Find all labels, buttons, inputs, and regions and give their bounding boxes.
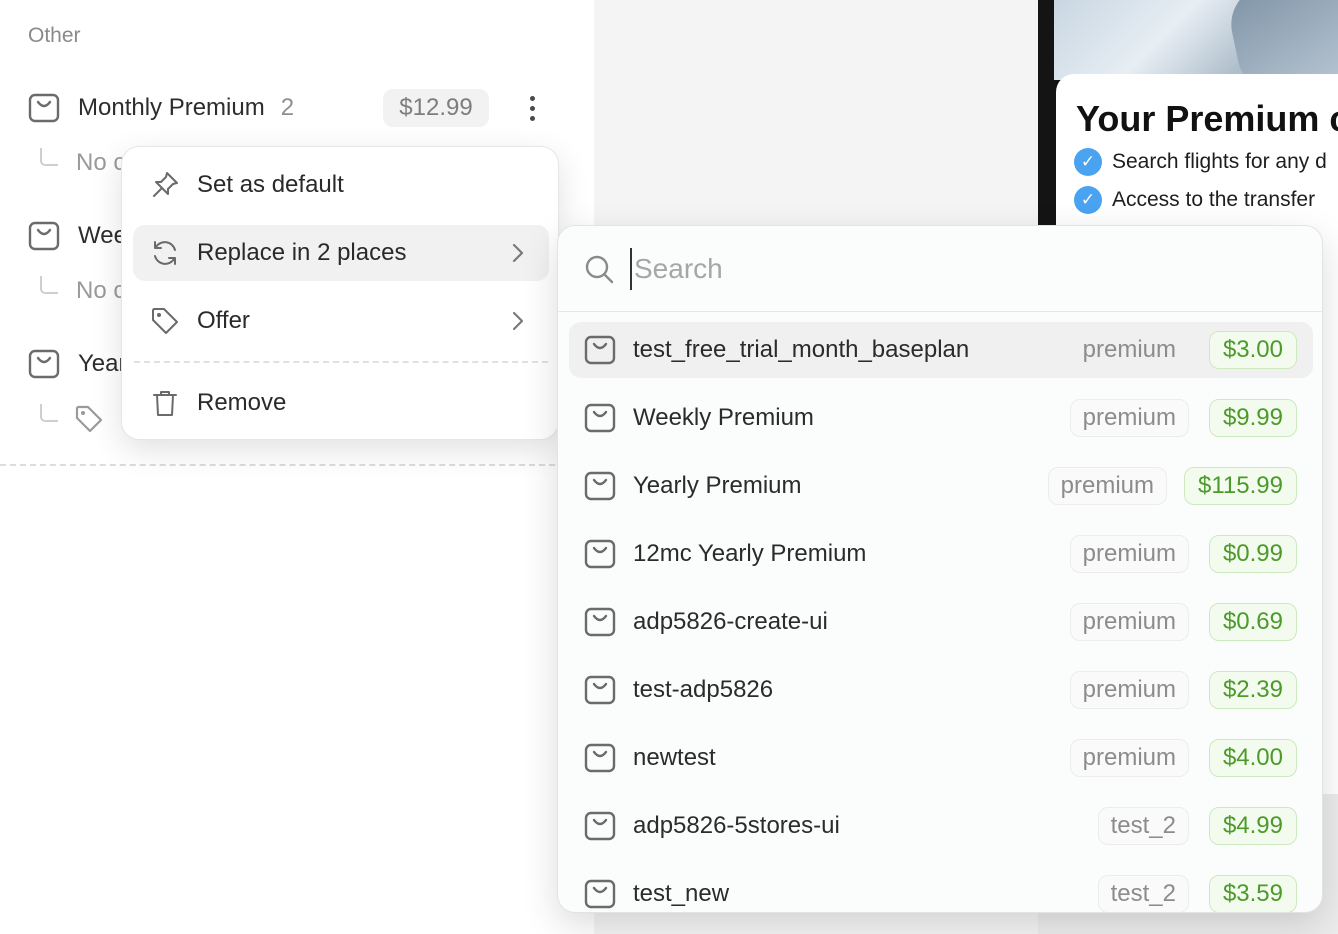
tree-connector xyxy=(40,148,58,166)
shopping-bag-icon xyxy=(584,403,616,433)
result-price: $4.99 xyxy=(1208,807,1297,845)
result-name: 12mc Yearly Premium xyxy=(633,540,867,567)
search-icon xyxy=(585,255,614,284)
result-price: $3.00 xyxy=(1208,331,1297,369)
result-tag: premium xyxy=(1082,336,1176,363)
product-context-menu: Set as default Replace in 2 places Offer… xyxy=(121,146,559,440)
product-name: Monthly Premium xyxy=(78,94,265,121)
tag-icon xyxy=(75,405,103,433)
result-item[interactable]: adp5826-5stores-ui test_2 $4.99 xyxy=(569,798,1313,854)
shopping-bag-icon xyxy=(28,93,60,123)
result-tag: premium xyxy=(1069,535,1189,573)
pin-icon xyxy=(149,169,181,201)
product-sub-row: No c xyxy=(40,271,125,311)
section-label: Other xyxy=(28,24,81,47)
feature-text: Access to the transfer xyxy=(1112,188,1316,211)
result-tag: premium xyxy=(1069,399,1189,437)
shopping-bag-icon xyxy=(584,335,616,365)
menu-item-label: Remove xyxy=(197,389,287,416)
result-tag: test_2 xyxy=(1097,807,1189,845)
result-item[interactable]: test_free_trial_month_baseplan premium $… xyxy=(569,322,1313,378)
result-tag: premium xyxy=(1069,739,1189,777)
result-item[interactable]: adp5826-create-ui premium $0.69 xyxy=(569,594,1313,650)
product-sub-row: No c xyxy=(40,143,125,183)
menu-item-remove[interactable]: Remove xyxy=(133,375,549,431)
result-item[interactable]: newtest premium $4.00 xyxy=(569,730,1313,786)
result-name: Yearly Premium xyxy=(633,472,802,499)
result-price: $115.99 xyxy=(1184,467,1297,505)
result-name: adp5826-5stores-ui xyxy=(633,812,840,839)
feature-row: ✓ Access to the transfer xyxy=(1074,186,1315,214)
result-tag: premium xyxy=(1069,671,1189,709)
result-item[interactable]: Weekly Premium premium $9.99 xyxy=(569,390,1313,446)
result-name: test_free_trial_month_baseplan xyxy=(633,336,970,363)
result-price: $3.59 xyxy=(1208,875,1297,912)
menu-separator xyxy=(134,361,548,363)
shopping-bag-icon xyxy=(584,675,616,705)
result-name: adp5826-create-ui xyxy=(633,608,828,635)
tag-icon xyxy=(149,305,181,337)
result-item[interactable]: Yearly Premium premium $115.99 xyxy=(569,458,1313,514)
menu-item-label: Replace in 2 places xyxy=(197,239,407,266)
sub-row-text: No c xyxy=(76,277,126,304)
shopping-bag-icon xyxy=(28,221,60,251)
check-icon: ✓ xyxy=(1074,148,1102,176)
feature-text: Search flights for any d xyxy=(1112,150,1327,173)
search-input[interactable] xyxy=(630,248,1290,290)
result-price: $9.99 xyxy=(1208,399,1297,437)
check-icon: ✓ xyxy=(1074,186,1102,214)
section-divider xyxy=(0,464,555,466)
menu-item-label: Set as default xyxy=(197,171,344,198)
menu-item-replace[interactable]: Replace in 2 places xyxy=(133,225,549,281)
result-tag: premium xyxy=(1069,603,1189,641)
refresh-icon xyxy=(149,237,181,269)
product-row-yearly[interactable]: Year xyxy=(28,342,127,386)
result-item[interactable]: test-adp5826 premium $2.39 xyxy=(569,662,1313,718)
search-bar xyxy=(558,226,1322,312)
menu-item-label: Offer xyxy=(197,307,250,334)
paywall-hero-image xyxy=(1054,0,1338,80)
menu-item-offer[interactable]: Offer xyxy=(133,293,549,349)
product-row-monthly[interactable]: Monthly Premium 2 xyxy=(28,86,294,130)
shopping-bag-icon xyxy=(584,539,616,569)
more-options-icon[interactable] xyxy=(518,90,546,126)
product-name: Wee xyxy=(78,222,127,249)
shopping-bag-icon xyxy=(584,607,616,637)
shopping-bag-icon xyxy=(28,349,60,379)
trash-icon xyxy=(149,387,181,419)
shopping-bag-icon xyxy=(584,743,616,773)
chevron-right-icon xyxy=(512,243,524,263)
chevron-right-icon xyxy=(512,311,524,331)
result-name: test-adp5826 xyxy=(633,676,774,703)
paywall-title: Your Premium c xyxy=(1076,98,1338,139)
result-tag: test_2 xyxy=(1097,875,1189,912)
result-item[interactable]: 12mc Yearly Premium premium $0.99 xyxy=(569,526,1313,582)
menu-item-set-default[interactable]: Set as default xyxy=(133,157,549,213)
tree-connector xyxy=(40,276,58,294)
result-tag: premium xyxy=(1047,467,1167,505)
product-row-weekly[interactable]: Wee xyxy=(28,214,127,258)
result-name: test_new xyxy=(633,880,730,907)
product-price-chip: $12.99 xyxy=(383,89,489,127)
sub-row-text: No c xyxy=(76,149,126,176)
replace-product-dropdown: test_free_trial_month_baseplan premium $… xyxy=(557,225,1323,913)
result-price: $0.69 xyxy=(1208,603,1297,641)
result-name: Weekly Premium xyxy=(633,404,814,431)
result-name: newtest xyxy=(633,744,716,771)
shopping-bag-icon xyxy=(584,811,616,841)
tree-connector xyxy=(40,404,58,422)
paywall-products-panel: Other Monthly Premium 2 $12.99 No c Wee … xyxy=(0,0,594,934)
product-name: Year xyxy=(78,350,127,377)
result-price: $2.39 xyxy=(1208,671,1297,709)
shopping-bag-icon xyxy=(584,471,616,501)
product-sub-row xyxy=(40,399,104,439)
result-price: $4.00 xyxy=(1208,739,1297,777)
shopping-bag-icon xyxy=(584,879,616,909)
feature-row: ✓ Search flights for any d xyxy=(1074,148,1327,176)
result-price: $0.99 xyxy=(1208,535,1297,573)
result-item[interactable]: test_new test_2 $3.59 xyxy=(569,866,1313,912)
product-count: 2 xyxy=(280,94,295,121)
